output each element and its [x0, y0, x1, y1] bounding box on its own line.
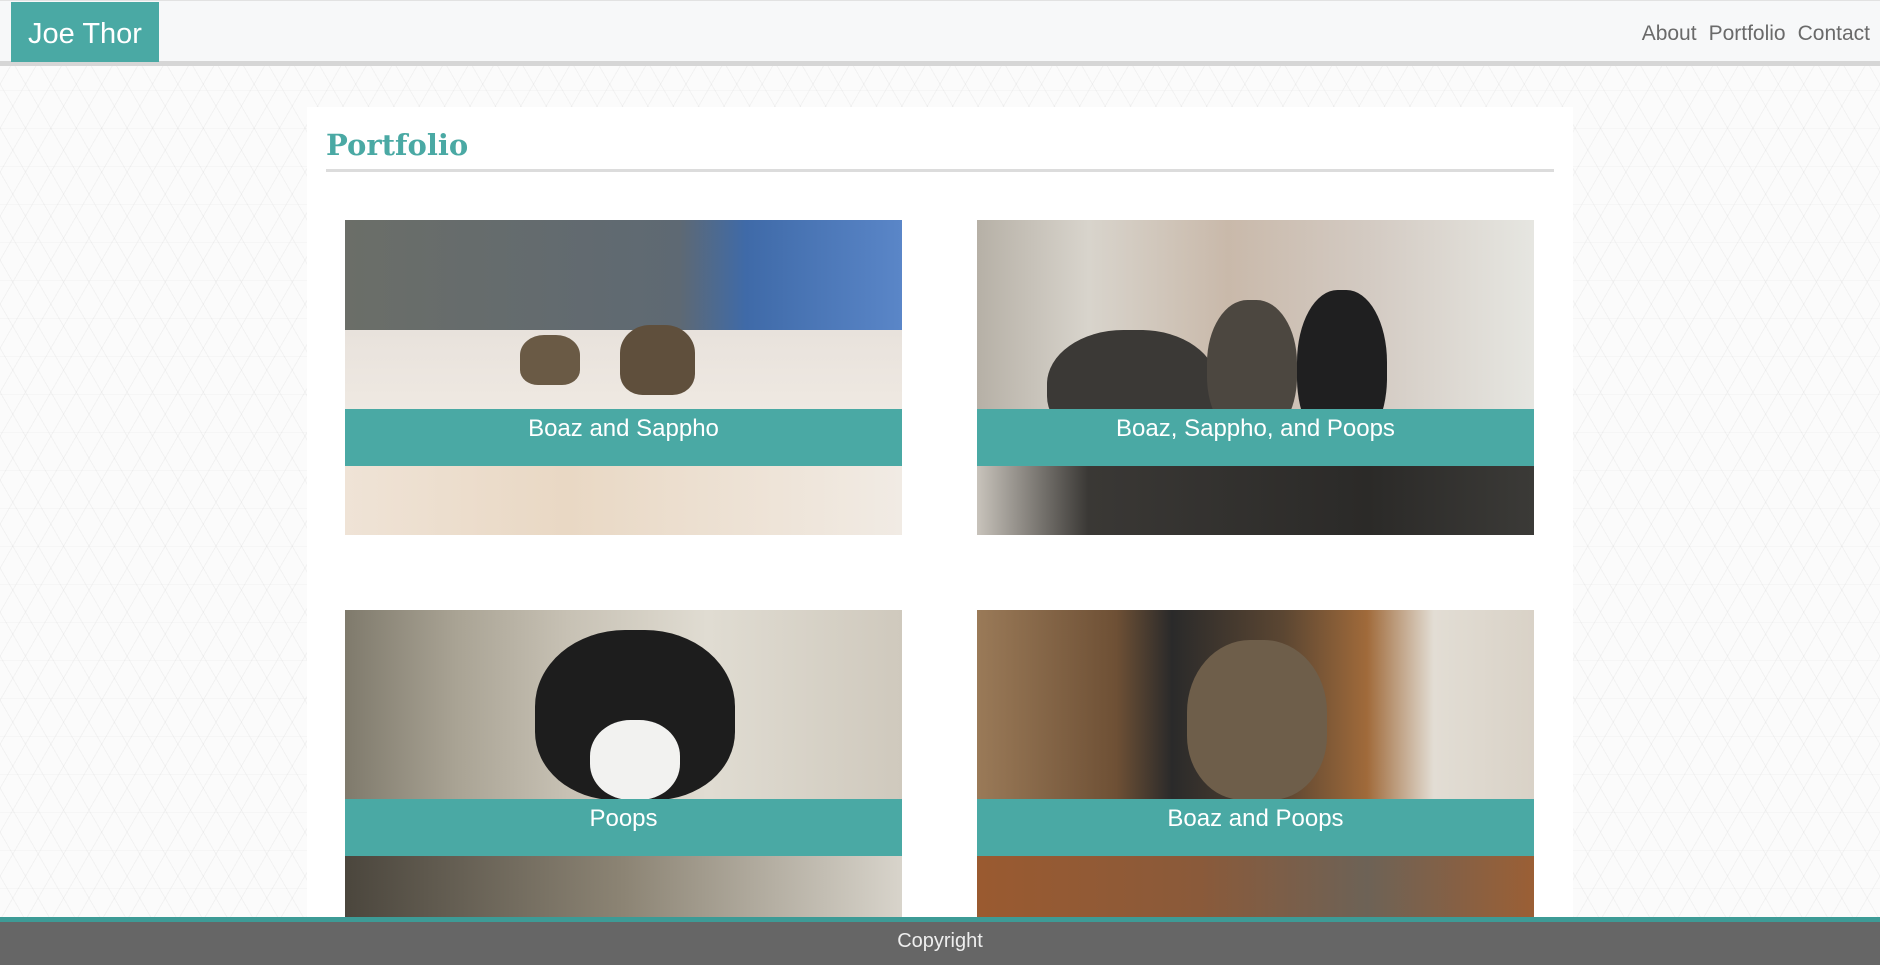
- portfolio-card-poops[interactable]: Poops: [345, 610, 902, 925]
- portfolio-card-boaz-sappho-poops[interactable]: Boaz, Sappho, and Poops: [977, 220, 1534, 535]
- page-title: Portfolio: [326, 128, 469, 162]
- nav-link-portfolio[interactable]: Portfolio: [1709, 22, 1786, 46]
- footer: Copyright: [0, 917, 1880, 965]
- card-caption: Boaz and Sappho: [345, 409, 902, 466]
- card-caption: Poops: [345, 799, 902, 856]
- nav-link-contact[interactable]: Contact: [1798, 22, 1870, 46]
- cat-photo: [977, 220, 1534, 535]
- brand-logo-link[interactable]: Joe Thor: [11, 2, 159, 62]
- title-divider: [326, 169, 1554, 172]
- card-caption: Boaz and Poops: [977, 799, 1534, 856]
- card-caption: Boaz, Sappho, and Poops: [977, 409, 1534, 466]
- nav-links: About Portfolio Contact: [1630, 1, 1870, 67]
- portfolio-card-boaz-sappho[interactable]: Boaz and Sappho: [345, 220, 902, 535]
- cat-photo: [977, 610, 1534, 925]
- top-navbar: Joe Thor About Portfolio Contact: [0, 0, 1880, 66]
- portfolio-card-boaz-poops[interactable]: Boaz and Poops: [977, 610, 1534, 925]
- cat-photo: [345, 610, 902, 925]
- main-content: Portfolio Boaz and Sappho Boaz, Sappho, …: [307, 107, 1573, 925]
- nav-link-about[interactable]: About: [1642, 22, 1697, 46]
- cat-photo: [345, 220, 902, 535]
- footer-copyright: Copyright: [897, 930, 983, 952]
